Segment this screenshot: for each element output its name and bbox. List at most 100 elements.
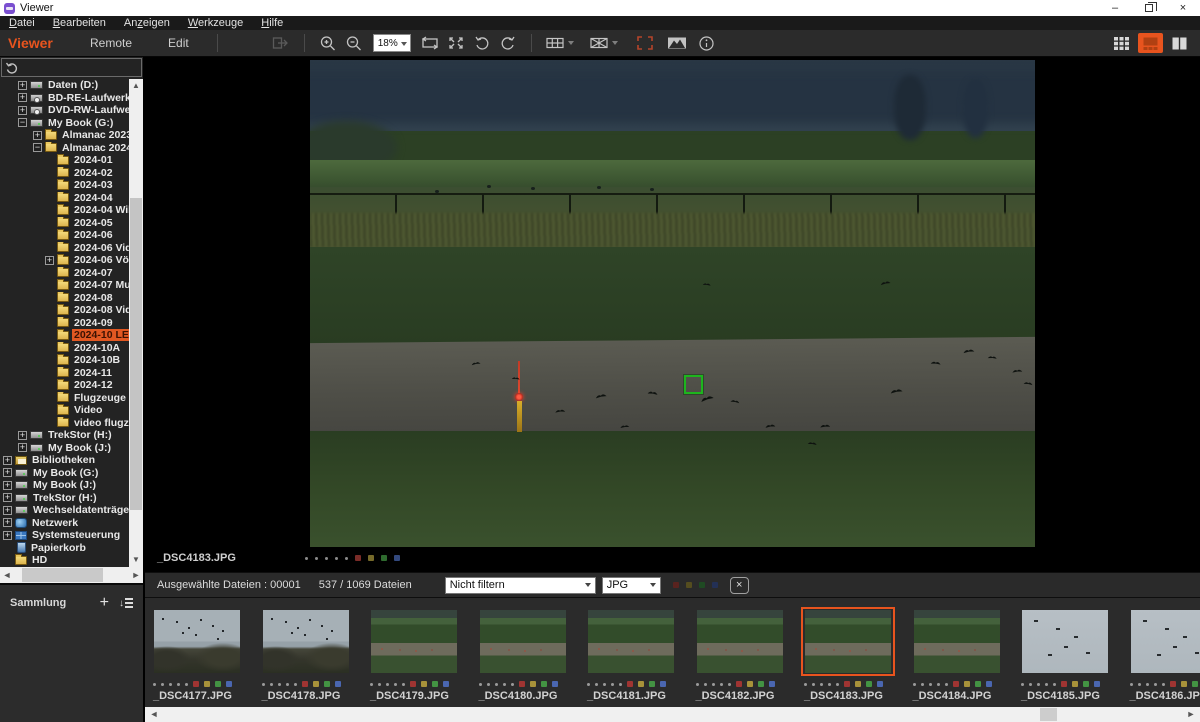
close-button[interactable]: × [1166,0,1200,16]
rating-dot[interactable] [611,683,614,686]
label-color-filter[interactable] [686,582,692,588]
label-color-square[interactable] [758,681,764,687]
label-color-square[interactable] [302,681,308,687]
tree-item-2024-11[interactable]: +2024-11 [0,367,129,380]
label-color-square[interactable] [519,681,525,687]
label-color-square[interactable] [1192,681,1198,687]
expand-icon[interactable]: + [3,518,12,527]
rating-dot[interactable] [278,683,281,686]
rating-label-row[interactable] [262,681,363,687]
rating-dot[interactable] [153,683,156,686]
expand-icon[interactable]: + [3,468,12,477]
tree-item-video[interactable]: +Video [0,404,129,417]
thumbnail-dsc4178-jpg[interactable]: _DSC4178.JPG [254,598,363,707]
rating-dot[interactable] [286,683,289,686]
expand-icon[interactable]: + [3,456,12,465]
rotate-right-icon[interactable] [495,33,521,53]
filetype-select[interactable]: JPG [602,577,661,594]
rating-dot[interactable] [913,683,916,686]
rating-dot[interactable] [1162,683,1165,686]
scroll-down-icon[interactable]: ▼ [129,553,143,567]
rating-dot[interactable] [937,683,940,686]
menu-item-anzeigen[interactable]: Anzeigen [115,16,179,30]
rating-dot[interactable] [262,683,265,686]
label-color-square[interactable] [313,681,319,687]
thumbnail-dsc4185-jpg[interactable]: _DSC4185.JPG [1013,598,1122,707]
label-color-filter[interactable] [673,582,679,588]
collapse-icon[interactable]: − [18,118,27,127]
collapse-icon[interactable]: − [33,143,42,152]
rating-dot[interactable] [1053,683,1056,686]
rating-label-row[interactable] [1021,681,1122,687]
expand-icon[interactable]: + [45,256,54,265]
scrollbar-thumb[interactable] [1040,708,1057,721]
tree-item-2024-08-video[interactable]: +2024-08 Video [0,304,129,317]
label-color-square[interactable] [769,681,775,687]
label-color-square[interactable] [627,681,633,687]
expand-icon[interactable]: + [18,431,27,440]
tree-item-my-book-g[interactable]: +My Book (G:) [0,467,129,480]
chevron-down-icon[interactable] [612,41,618,45]
label-color-square[interactable] [432,681,438,687]
label-color-square[interactable] [736,681,742,687]
rating-dot[interactable] [386,683,389,686]
rating-dot[interactable] [294,683,297,686]
tree-item-almanac-2023[interactable]: +Almanac 2023 [0,129,129,142]
rating-dot[interactable] [820,683,823,686]
rating-dot[interactable] [1146,683,1149,686]
rating-dot[interactable] [804,683,807,686]
tree-item-2024-06-video[interactable]: +2024-06 Video [0,242,129,255]
label-color-square[interactable] [964,681,970,687]
scrollbar-thumb[interactable] [130,198,142,510]
expand-icon[interactable]: + [3,531,12,540]
menu-item-datei[interactable]: Datei [0,16,44,30]
rating-dot[interactable] [836,683,839,686]
rating-dot[interactable] [1029,683,1032,686]
rating-dot[interactable] [1154,683,1157,686]
clear-filter-button[interactable]: × [730,577,749,594]
tree-item-2024-03[interactable]: +2024-03 [0,179,129,192]
rating-label-row[interactable] [804,681,905,687]
tree-item-daten-d[interactable]: +Daten (D:) [0,79,129,92]
tree-item-bd-re-laufwerk-e[interactable]: +BD-RE-Laufwerk (E:) [0,92,129,105]
label-color-square[interactable] [335,681,341,687]
fit-frame-icon[interactable] [417,33,443,53]
filmstrip-scrollbar[interactable]: ◄ ► [145,707,1200,722]
label-color-square[interactable] [355,555,361,561]
expand-icon[interactable]: + [3,493,12,502]
rotate-left-icon[interactable] [469,33,495,53]
label-color-square[interactable] [986,681,992,687]
tree-item-2024-07[interactable]: +2024-07 [0,267,129,280]
tree-item-2024-12[interactable]: +2024-12 [0,379,129,392]
rating-dot[interactable] [1045,683,1048,686]
rating-dot[interactable] [595,683,598,686]
label-color-square[interactable] [394,555,400,561]
rating-dot[interactable] [325,557,328,560]
view-grid-button[interactable] [1109,33,1134,53]
rating-dot[interactable] [503,683,506,686]
thumbnail-dsc4179-jpg[interactable]: _DSC4179.JPG [362,598,471,707]
zoom-out-icon[interactable] [341,33,367,53]
tree-item-2024-01[interactable]: +2024-01 [0,154,129,167]
tree-item-video-flugzeug[interactable]: +video flugzeug [0,417,129,430]
histogram-icon[interactable] [664,33,690,53]
rating-dot[interactable] [370,683,373,686]
add-collection-button[interactable]: + [100,597,109,609]
thumbnail-dsc4182-jpg[interactable]: _DSC4182.JPG [688,598,797,707]
label-color-square[interactable] [649,681,655,687]
label-color-square[interactable] [193,681,199,687]
rating-dot[interactable] [603,683,606,686]
tree-item-2024-10a[interactable]: +2024-10A [0,342,129,355]
fullscreen-icon[interactable] [632,33,658,53]
rating-dot[interactable] [185,683,188,686]
tree-item-my-book-g[interactable]: −My Book (G:) [0,117,129,130]
label-color-square[interactable] [747,681,753,687]
label-color-square[interactable] [215,681,221,687]
label-color-square[interactable] [381,555,387,561]
thumbnail-dsc4183-jpg[interactable]: _DSC4183.JPG [796,598,905,707]
rating-dot[interactable] [487,683,490,686]
label-color-square[interactable] [421,681,427,687]
tree-item-2024-09[interactable]: +2024-09 [0,317,129,330]
rating-label-row[interactable] [913,681,1014,687]
label-color-square[interactable] [324,681,330,687]
